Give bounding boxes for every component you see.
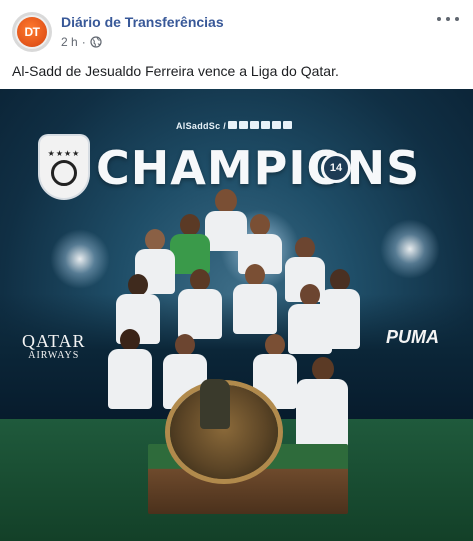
social-icon: [228, 121, 237, 129]
more-options-icon[interactable]: [437, 12, 459, 26]
social-icon: [250, 121, 259, 129]
puma-logo: PUMA: [386, 327, 439, 347]
post-timestamp[interactable]: 2 h: [61, 35, 78, 49]
page-avatar[interactable]: DT: [12, 12, 52, 52]
facebook-post: DT Diário de Transferências 2 h · Al-Sad…: [0, 0, 473, 541]
social-icon: [272, 121, 281, 129]
globe-icon[interactable]: [90, 36, 102, 48]
meta-separator: ·: [81, 35, 86, 49]
post-caption: Al-Sadd de Jesualdo Ferreira vence a Lig…: [12, 63, 339, 79]
social-icon: [239, 121, 248, 129]
champions-headline: CHAMPIONS: [96, 141, 421, 195]
post-image[interactable]: AlSaddSc / ★★★★ CHAMPIONS 14 QATAR AIRWA…: [0, 89, 473, 541]
page-name-link[interactable]: Diário de Transferências: [61, 14, 224, 30]
trophy-figure: [200, 379, 230, 429]
qatar-airways-logo: QATAR AIRWAYS: [22, 331, 86, 361]
post-header: DT Diário de Transferências 2 h ·: [0, 0, 473, 58]
avatar-logo: DT: [17, 17, 47, 47]
social-icons: [228, 121, 292, 129]
social-icon: [283, 121, 292, 129]
club-crest-icon: ★★★★: [40, 136, 88, 198]
more-dot: [437, 17, 441, 21]
stadium-light: [380, 219, 440, 279]
crest-mark: [51, 159, 77, 186]
more-dot: [455, 17, 459, 21]
post-meta: 2 h ·: [61, 35, 102, 49]
stadium-light: [50, 229, 110, 289]
title-count-badge: 14: [321, 153, 351, 183]
social-handle: AlSaddSc /: [176, 121, 227, 131]
crest-stars: ★★★★: [47, 148, 81, 158]
more-dot: [446, 17, 450, 21]
social-icon: [261, 121, 270, 129]
sponsor-line-1: QATAR: [22, 331, 86, 351]
sponsor-line-2: AIRWAYS: [28, 350, 80, 361]
